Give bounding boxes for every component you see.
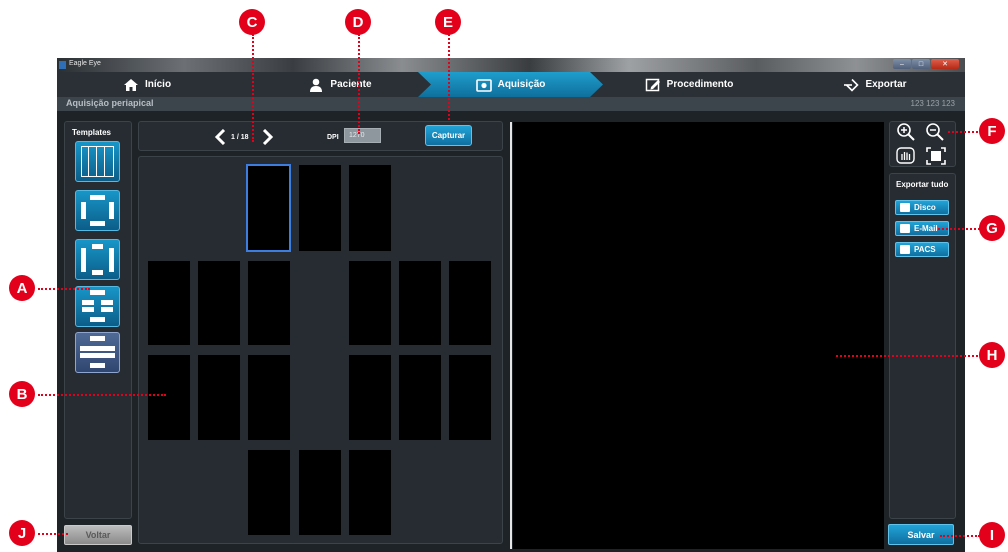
callout-a-line [38,288,90,290]
templates-panel: Templates [64,121,132,519]
tab-procedimento-label: Procedimento [666,79,734,90]
callout-g: G [979,215,1005,241]
callout-j-line [38,533,68,535]
callout-i-line [940,535,980,537]
sub-header: Aquisição periapical 123 123 123 [57,97,965,111]
title-bar: Eagle Eye – □ ✕ [57,58,965,72]
page-title: Aquisição periapical [66,98,154,108]
image-slot[interactable] [448,354,492,441]
callout-f-line [948,131,978,133]
template-full-mouth[interactable] [75,332,120,373]
image-slot[interactable] [348,164,392,252]
app-icon [59,61,66,69]
viewer-divider [510,122,512,549]
tab-inicio-label: Início [144,79,172,90]
tab-aquisicao[interactable]: Aquisição [418,72,603,97]
export-all-title: Exportar tudo [896,180,949,189]
callout-a: A [9,275,35,301]
image-slot[interactable] [298,164,342,252]
maximize-button[interactable]: □ [912,59,930,69]
image-slot[interactable] [197,260,241,346]
tab-exportar[interactable]: Exportar [825,72,925,97]
image-viewer[interactable] [513,122,884,549]
minimize-button[interactable]: – [893,59,911,69]
image-slot[interactable] [247,354,291,441]
app-window: Eagle Eye – □ ✕ Início Paciente Aquisiçã… [57,58,965,552]
tab-paciente-label: Paciente [330,79,372,90]
capture-button[interactable]: Capturar [425,125,472,146]
callout-b-line [38,394,166,396]
zoom-out-icon[interactable] [924,122,946,142]
callout-c-line [252,34,254,142]
callout-h: H [979,342,1005,368]
tab-aquisicao-label: Aquisição [497,79,546,90]
export-email-label: E-Mail [914,224,938,233]
image-slot[interactable] [247,449,291,536]
callout-d-line [358,34,360,134]
image-slot[interactable] [147,260,191,346]
template-ring-large[interactable] [75,190,120,231]
templates-title: Templates [72,128,111,137]
disk-icon [900,203,910,212]
export-disk-label: Disco [914,203,936,212]
tab-inicio[interactable]: Início [97,72,197,97]
main-navigation: Início Paciente Aquisição Procedimento E… [57,72,965,97]
next-page-arrow-icon[interactable] [262,129,274,145]
dpi-input[interactable]: 1270 [344,128,381,143]
page-counter: 1 / 18 [231,134,249,141]
zoom-in-icon[interactable] [895,122,917,142]
image-slot[interactable] [197,354,241,441]
callout-i: I [979,522,1005,548]
window-title: Eagle Eye [69,60,101,67]
previous-page-arrow-icon[interactable] [214,129,226,145]
image-slot[interactable] [448,260,492,346]
image-slot[interactable] [247,260,291,346]
tab-exportar-label: Exportar [865,79,907,90]
image-slot[interactable] [348,449,392,536]
tab-paciente[interactable]: Paciente [285,72,395,97]
image-slot[interactable] [348,354,392,441]
person-icon [310,78,323,92]
home-icon [123,78,138,91]
callout-j: J [9,520,35,546]
export-pacs-button[interactable]: PACS [895,242,949,257]
dpi-label: DPI [327,134,339,141]
export-pacs-label: PACS [914,245,936,254]
patient-id: 123 123 123 [910,99,956,108]
image-slot[interactable] [348,260,392,346]
template-4-vertical[interactable] [75,141,120,182]
export-disk-button[interactable]: Disco [895,200,949,215]
image-slot[interactable] [147,354,191,441]
callout-d: D [345,9,371,35]
email-icon [900,224,910,233]
callout-e: E [435,9,461,35]
callout-c: C [239,9,265,35]
tab-procedimento[interactable]: Procedimento [629,72,749,97]
callout-h-line [836,355,978,357]
template-cross[interactable] [75,286,120,327]
image-slot[interactable] [398,354,442,441]
callout-g-line [938,228,980,230]
template-ring-small[interactable] [75,239,120,280]
export-arrow-icon [844,78,860,92]
pan-hand-icon[interactable] [895,146,917,166]
camera-icon [476,78,492,92]
callout-b: B [9,381,35,407]
close-button[interactable]: ✕ [931,59,959,69]
callout-e-line [448,34,450,120]
back-button[interactable]: Voltar [64,525,132,545]
image-slot[interactable] [246,164,291,252]
image-slot[interactable] [298,449,342,536]
image-slot[interactable] [398,260,442,346]
edit-icon [645,78,660,91]
pacs-icon [900,245,910,254]
fit-screen-icon[interactable] [925,146,947,166]
callout-f: F [979,118,1005,144]
image-slots-panel [138,156,503,544]
